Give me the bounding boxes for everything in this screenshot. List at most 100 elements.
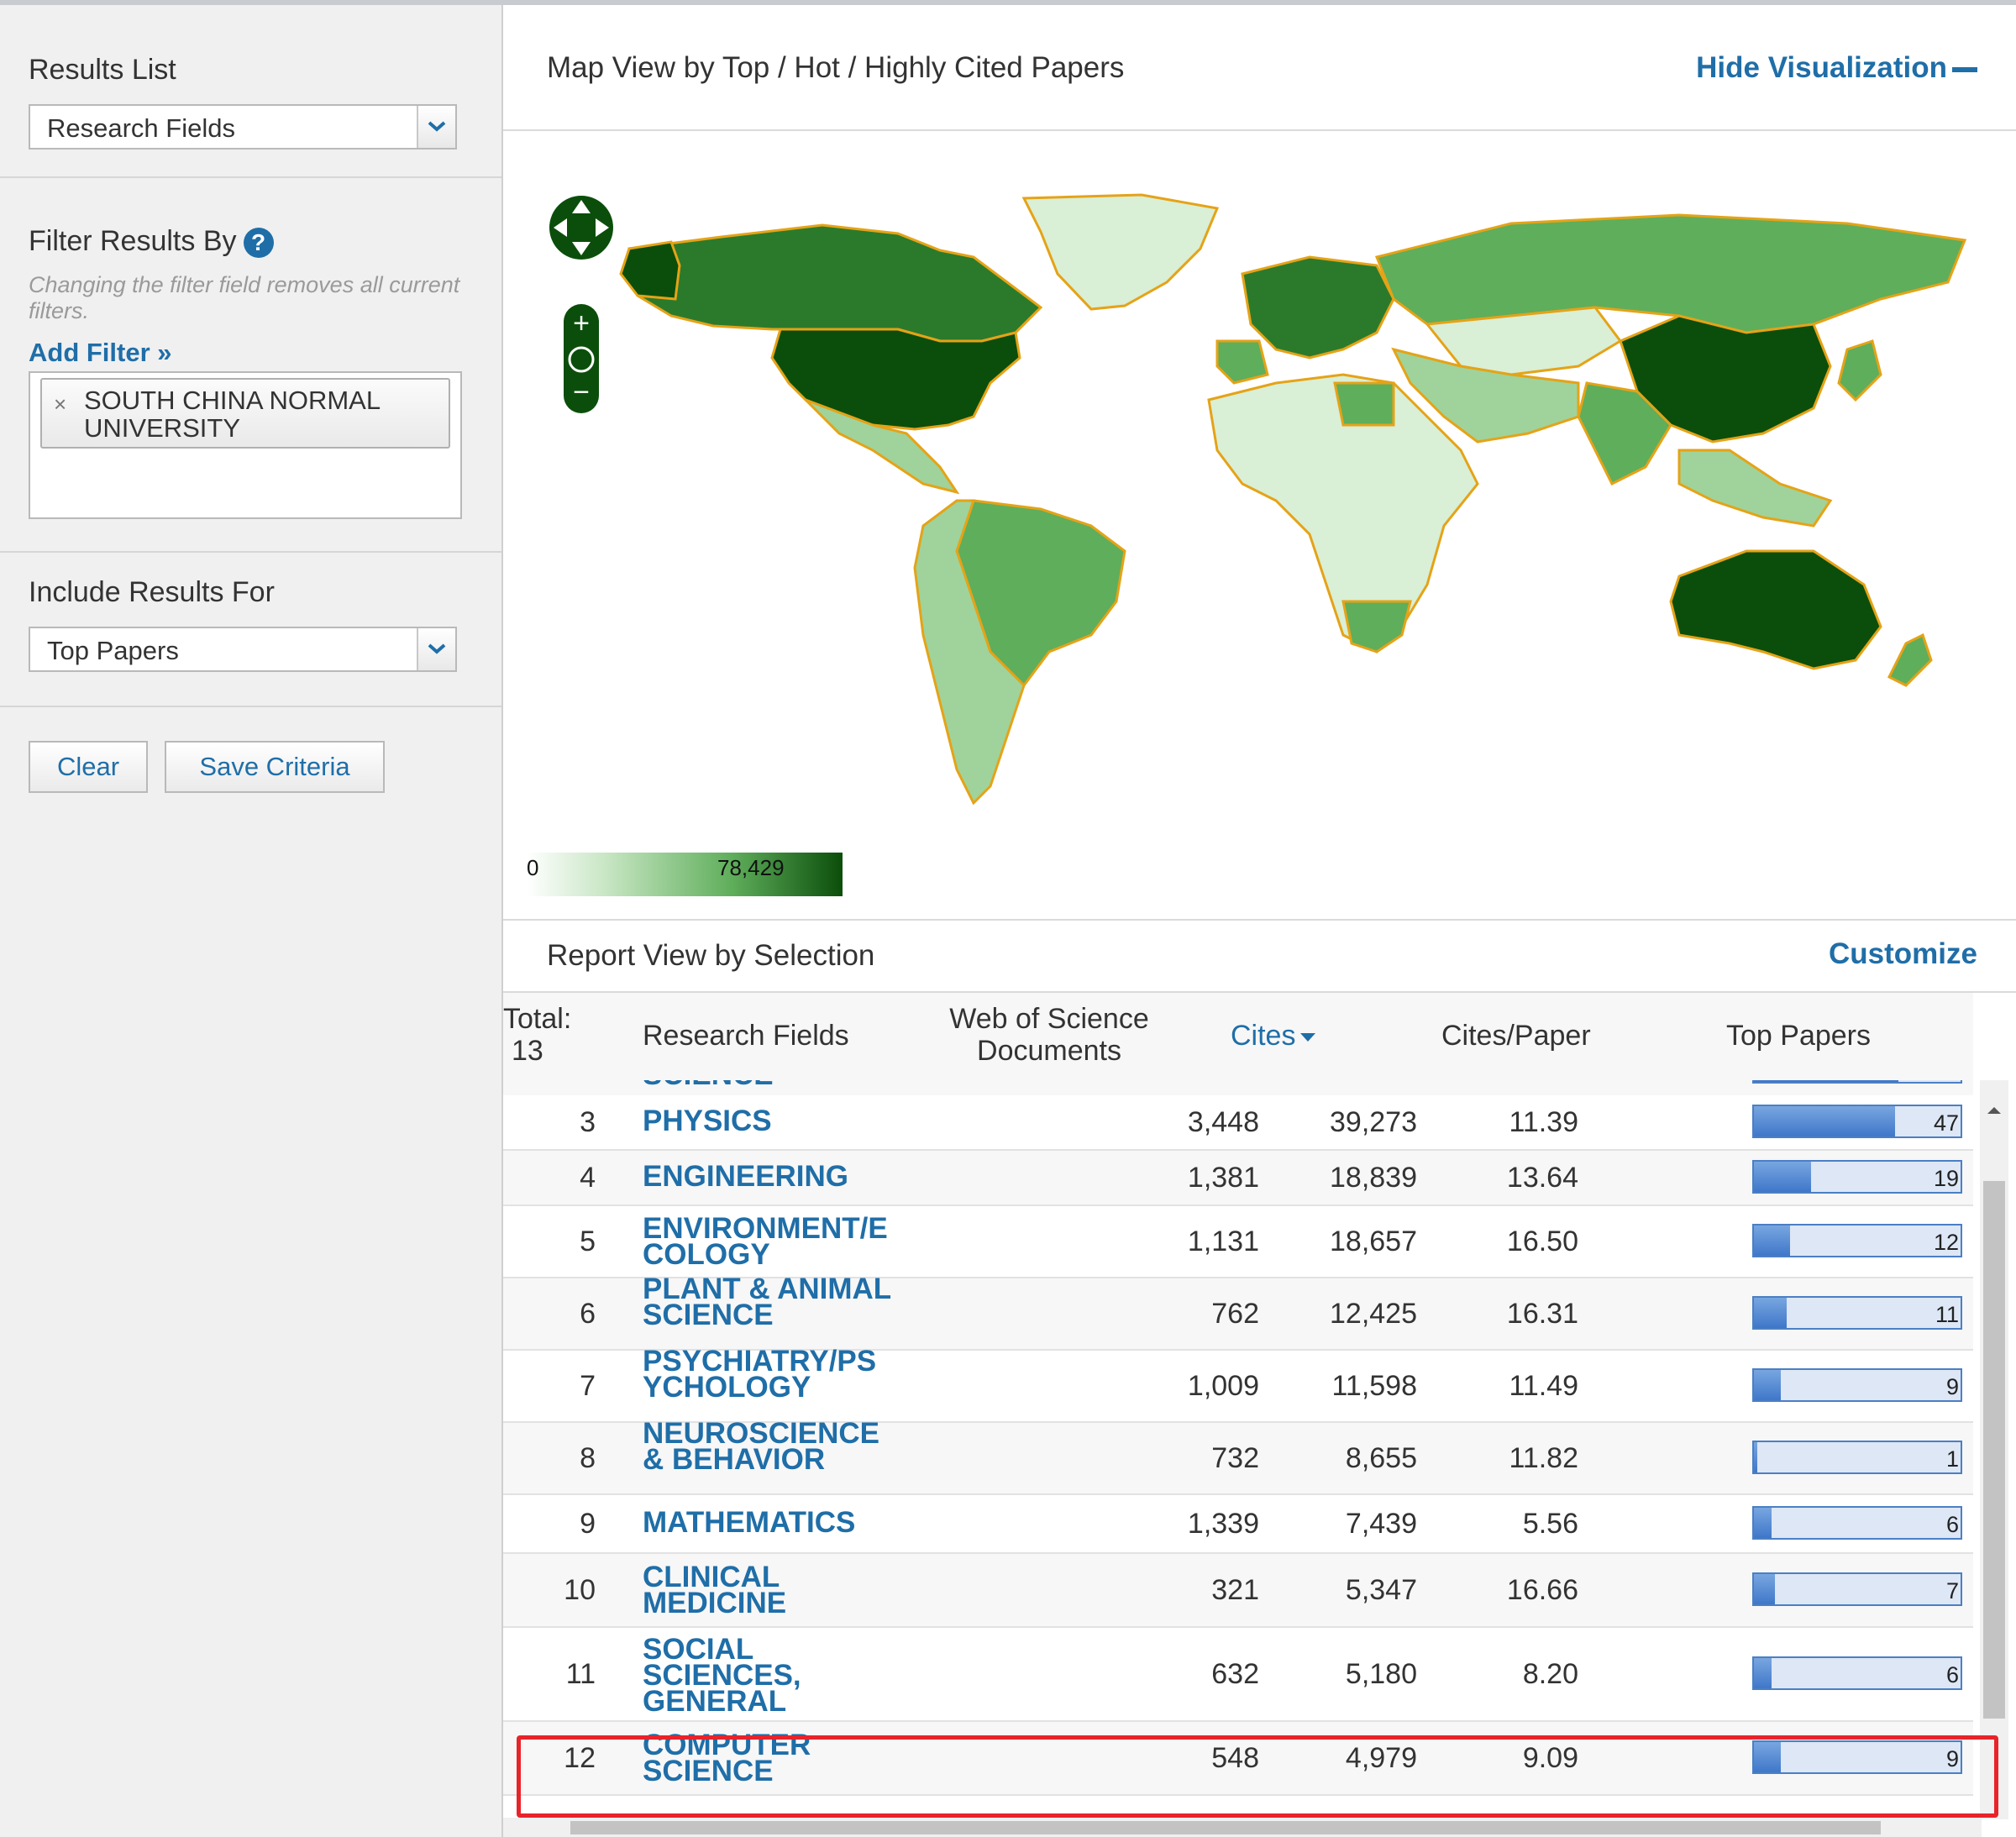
col-research-fields[interactable]: Research Fields [643, 1020, 849, 1052]
svg-text:+: + [573, 307, 590, 339]
table-row[interactable]: 11 SOCIAL SCIENCES, GENERAL 632 5,180 8.… [503, 1628, 1973, 1722]
chevron-down-icon[interactable] [417, 106, 455, 148]
map-region-russia [1374, 213, 1967, 334]
table-row[interactable]: 3 PHYSICS 3,448 39,273 11.39 47 [503, 1095, 1973, 1151]
rank: 11 [565, 1658, 596, 1690]
report-divider [503, 919, 2016, 921]
total-label: Total: 13 [503, 1003, 579, 1067]
table-row[interactable]: 4 ENGINEERING 1,381 18,839 13.64 19 [503, 1151, 1973, 1206]
total-value: 13 [512, 1035, 543, 1067]
active-filters-box: × SOUTH CHINA NORMAL UNIVERSITY [29, 371, 462, 519]
world-map[interactable]: + − [503, 131, 2016, 921]
results-list-value: Research Fields [47, 113, 235, 143]
map-panel-title: Map View by Top / Hot / Highly Cited Pap… [547, 51, 1125, 84]
col-cites-per-paper[interactable]: Cites/Paper [1441, 1020, 1591, 1052]
table-row-partial[interactable]: SCIENCE [503, 1080, 1973, 1097]
table-row[interactable]: 8 NEUROSCIENCE & BEHAVIOR 732 8,655 11.8… [503, 1419, 1973, 1495]
vertical-scroll-thumb[interactable] [1983, 1181, 2005, 1719]
include-select[interactable]: Top Papers [29, 627, 457, 672]
top-papers-bar-fill [1754, 1080, 1898, 1082]
hide-visualization-link[interactable]: Hide Visualization [1696, 51, 1947, 85]
research-field-link[interactable]: PSYCHIATRY/PS YCHOLOGY [643, 1346, 895, 1402]
results-list-section: Results List Research Fields [0, 5, 501, 178]
clear-button[interactable]: Clear [29, 741, 148, 793]
rank: 7 [580, 1370, 596, 1402]
remove-filter-icon[interactable]: × [54, 391, 66, 417]
col-cites[interactable]: Cites [1231, 1020, 1316, 1052]
research-field-link[interactable]: SCIENCE [643, 1080, 895, 1089]
col-wos-documents[interactable]: Web of Science Documents [923, 1003, 1175, 1067]
chevron-down-icon[interactable] [417, 628, 455, 670]
filter-title: Filter Results By? [29, 225, 274, 259]
research-field-link[interactable]: PHYSICS [643, 1106, 895, 1136]
customize-link[interactable]: Customize [1829, 937, 1977, 971]
rank: 3 [580, 1106, 596, 1138]
map-legend-bar [527, 853, 843, 896]
table-row[interactable]: 6 PLANT & ANIMAL SCIENCE 762 12,425 16.3… [503, 1274, 1973, 1351]
top-papers-bar: 6 [1752, 1656, 1962, 1690]
cites-per-paper-value: 16.66 [1506, 1574, 1578, 1606]
cites-per-paper-value: 5.56 [1522, 1508, 1578, 1540]
highlight-box [517, 1735, 1998, 1818]
top-papers-bar-fill [1754, 1226, 1790, 1256]
table-row[interactable]: 10 CLINICAL MEDICINE 321 5,347 16.66 7 [503, 1554, 1973, 1628]
save-criteria-button[interactable]: Save Criteria [165, 741, 385, 793]
map-region-southeast-asia [1677, 449, 1833, 527]
cites-per-paper-value: 11.49 [1509, 1370, 1578, 1402]
rank: 8 [580, 1442, 596, 1474]
top-papers-value: 9 [1945, 1374, 1959, 1399]
top-papers-bar: 12 [1752, 1224, 1962, 1257]
top-papers-bar: 6 [1752, 1506, 1962, 1540]
top-papers-value: 1 [1945, 1446, 1959, 1472]
main-content: Map View by Top / Hot / Highly Cited Pap… [503, 5, 2016, 1837]
cites-per-paper-value: 8.20 [1522, 1658, 1578, 1690]
research-field-link[interactable]: MATHEMATICS [643, 1508, 895, 1537]
research-field-link[interactable]: ENVIRONMENT/E COLOGY [643, 1214, 895, 1269]
col-top-papers[interactable]: Top Papers [1726, 1020, 1871, 1052]
table-row[interactable]: 5 ENVIRONMENT/E COLOGY 1,131 18,657 16.5… [503, 1206, 1973, 1278]
table-row[interactable]: 9 MATHEMATICS 1,339 7,439 5.56 6 [503, 1495, 1973, 1554]
vertical-scrollbar[interactable] [1980, 1080, 2008, 1819]
scroll-up-icon [1987, 1107, 2001, 1114]
filter-hint: Changing the filter field removes all cu… [29, 272, 460, 323]
map-region-australia [1669, 549, 1882, 670]
research-field-link[interactable]: CLINICAL MEDICINE [643, 1562, 895, 1618]
top-papers-bar-fill [1754, 1508, 1772, 1538]
cites-per-paper-value: 13.64 [1506, 1162, 1578, 1194]
sidebar: Results List Research Fields Filter Resu… [0, 5, 503, 1837]
top-papers-bar-fill [1754, 1442, 1757, 1472]
research-field-link[interactable]: NEUROSCIENCE & BEHAVIOR [643, 1419, 895, 1474]
filter-chip[interactable]: × SOUTH CHINA NORMAL UNIVERSITY [40, 378, 450, 449]
table-row[interactable]: 7 PSYCHIATRY/PS YCHOLOGY 1,009 11,598 11… [503, 1346, 1973, 1423]
top-papers-bar-fill [1754, 1370, 1781, 1400]
results-list-title: Results List [29, 54, 176, 86]
rank: 4 [580, 1162, 596, 1194]
rank: 9 [580, 1508, 596, 1540]
filter-title-label: Filter Results By [29, 225, 237, 257]
top-papers-value: 7 [1945, 1578, 1959, 1603]
report-panel-title: Report View by Selection [547, 939, 875, 972]
include-section: Include Results For Top Papers [0, 553, 501, 707]
map-region-usa [770, 328, 1021, 431]
research-field-link[interactable]: SOCIAL SCIENCES, GENERAL [643, 1635, 895, 1716]
top-papers-bar-fill [1754, 1574, 1775, 1604]
map-region-iberia [1215, 339, 1269, 385]
collapse-icon[interactable] [1952, 67, 1977, 72]
top-papers-bar-fill [1754, 1106, 1895, 1136]
research-field-link[interactable]: PLANT & ANIMAL SCIENCE [643, 1274, 895, 1330]
rank: 10 [564, 1574, 596, 1606]
rank: 5 [580, 1226, 596, 1257]
add-filter-link[interactable]: Add Filter » [29, 338, 172, 368]
map-pan-control [549, 196, 613, 260]
research-field-link[interactable]: ENGINEERING [643, 1162, 895, 1191]
horizontal-scrollbar[interactable] [503, 1818, 1982, 1837]
include-title: Include Results For [29, 576, 275, 608]
horizontal-scroll-thumb[interactable] [570, 1821, 1881, 1834]
filter-chip-label: SOUTH CHINA NORMAL UNIVERSITY [84, 386, 380, 443]
top-papers-value: 47 [1933, 1110, 1959, 1136]
cites-per-paper-value: 11.82 [1509, 1442, 1578, 1474]
results-list-select[interactable]: Research Fields [29, 104, 457, 150]
help-icon[interactable]: ? [243, 228, 274, 259]
svg-text:−: − [573, 376, 590, 408]
top-papers-bar: 11 [1752, 1296, 1962, 1330]
